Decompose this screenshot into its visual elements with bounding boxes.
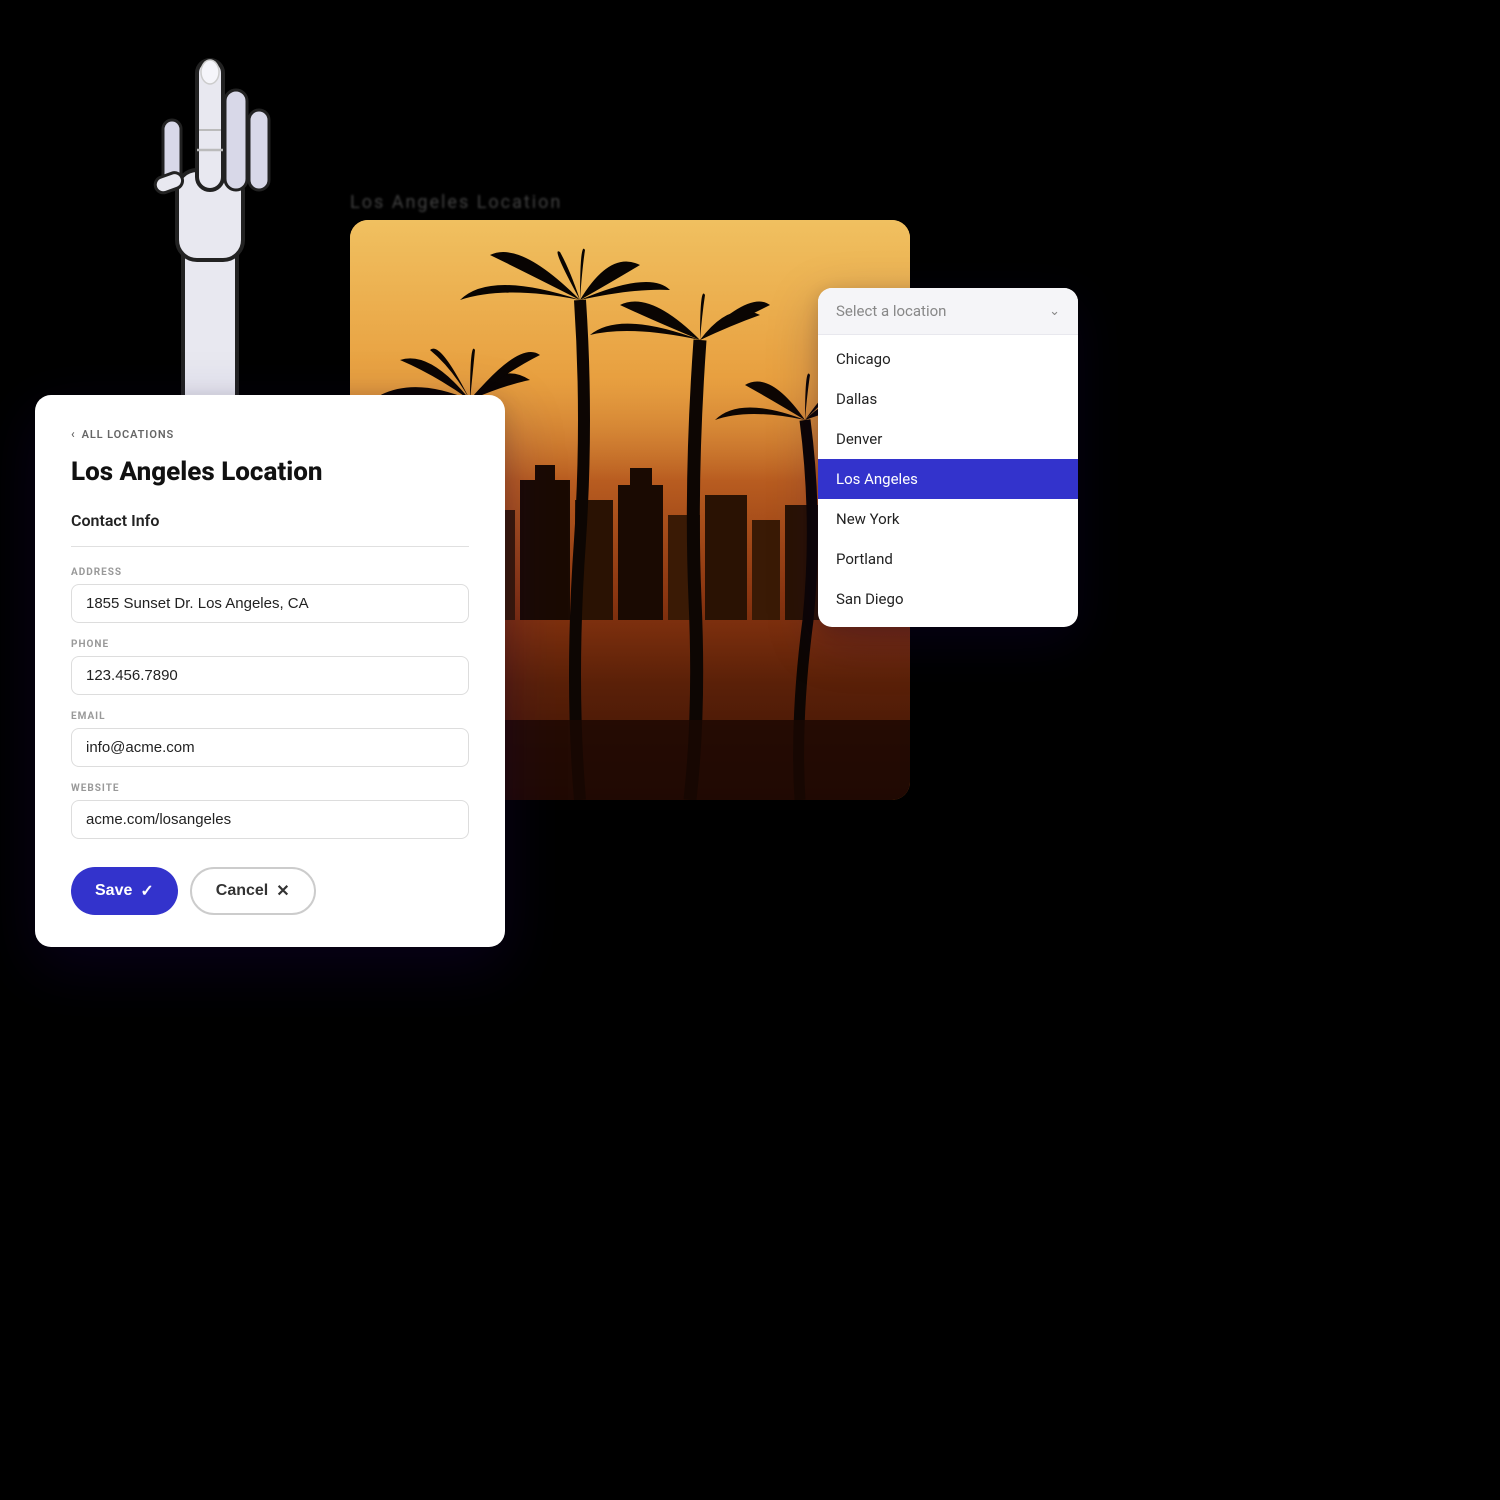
website-field-group: WEBSITE: [71, 783, 469, 839]
dropdown-item-sandiego[interactable]: San Diego: [818, 579, 1078, 619]
dropdown-item-portland[interactable]: Portland: [818, 539, 1078, 579]
bg-decorative-text: Los Angeles Location: [350, 192, 562, 213]
dropdown-item-denver[interactable]: Denver: [818, 419, 1078, 459]
website-label: WEBSITE: [71, 783, 469, 794]
address-label: ADDRESS: [71, 567, 469, 578]
dropdown-item-losangeles[interactable]: Los Angeles: [818, 459, 1078, 499]
form-actions: Save ✓ Cancel ✕: [71, 867, 469, 915]
address-field-group: ADDRESS: [71, 567, 469, 623]
cancel-x-icon: ✕: [276, 881, 289, 901]
location-dropdown-card: Select a location ⌄ Chicago Dallas Denve…: [818, 288, 1078, 627]
dropdown-chevron-icon: ⌄: [1049, 304, 1060, 319]
back-link[interactable]: ‹ ALL LOCATIONS: [71, 427, 469, 441]
dropdown-placeholder: Select a location: [836, 302, 946, 320]
save-label: Save: [95, 882, 132, 900]
website-input[interactable]: [71, 800, 469, 839]
address-input[interactable]: [71, 584, 469, 623]
phone-input[interactable]: [71, 656, 469, 695]
email-field-group: EMAIL: [71, 711, 469, 767]
form-title: Los Angeles Location: [71, 457, 469, 487]
email-label: EMAIL: [71, 711, 469, 722]
back-link-label: ALL LOCATIONS: [82, 428, 174, 441]
email-input[interactable]: [71, 728, 469, 767]
phone-label: PHONE: [71, 639, 469, 650]
hand-illustration: [145, 30, 275, 420]
dropdown-item-dallas[interactable]: Dallas: [818, 379, 1078, 419]
dropdown-item-chicago[interactable]: Chicago: [818, 339, 1078, 379]
back-chevron-icon: ‹: [71, 427, 76, 441]
save-button[interactable]: Save ✓: [71, 867, 178, 915]
section-label: Contact Info: [71, 511, 469, 530]
form-card: ‹ ALL LOCATIONS Los Angeles Location Con…: [35, 395, 505, 947]
phone-field-group: PHONE: [71, 639, 469, 695]
cancel-label: Cancel: [216, 882, 268, 900]
divider: [71, 546, 469, 547]
dropdown-trigger[interactable]: Select a location ⌄: [818, 288, 1078, 335]
cancel-button[interactable]: Cancel ✕: [190, 867, 316, 915]
save-check-icon: ✓: [140, 881, 153, 901]
dropdown-item-newyork[interactable]: New York: [818, 499, 1078, 539]
